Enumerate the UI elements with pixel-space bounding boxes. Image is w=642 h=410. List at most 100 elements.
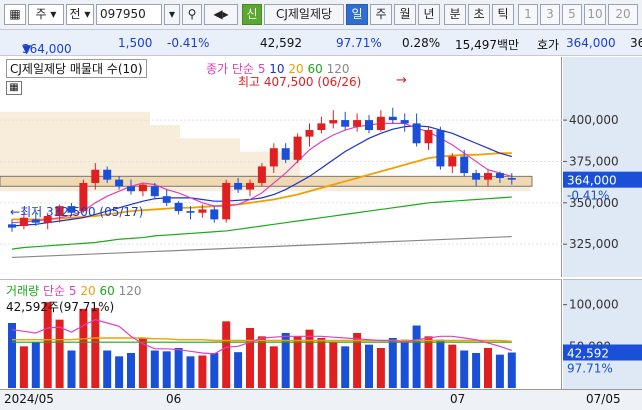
volume-bar <box>412 325 421 388</box>
down-arrow-icon: ▼ <box>22 42 32 56</box>
menu-select[interactable]: 전 ▾ <box>66 4 94 25</box>
volume-profile-band <box>0 151 300 165</box>
volume-profile-band <box>0 138 240 152</box>
period-week[interactable]: 주 <box>370 4 392 25</box>
candle-body <box>138 184 147 192</box>
low-label: 최저 332,500 (05/17) <box>20 205 144 219</box>
candle-body <box>127 186 135 192</box>
ask-label: 호가 <box>537 38 560 52</box>
period-year[interactable]: 년 <box>418 4 440 25</box>
market-select[interactable]: 주 ▾ <box>28 4 64 25</box>
minute-1[interactable]: 1 <box>518 4 538 25</box>
high-label: 최고 407,500 (06/26) <box>238 75 362 89</box>
candle-body <box>257 166 266 183</box>
period-minute[interactable]: 분 <box>444 4 466 25</box>
current-volume-ratio-text: 97.71% <box>567 362 613 376</box>
market-label: 주 <box>35 7 47 21</box>
current-price-text: 364,000 <box>567 174 617 188</box>
current-volume-text: 42,592 <box>567 347 609 361</box>
code-dropdown-icon[interactable]: ▾ <box>164 4 180 25</box>
volume-bar <box>317 338 326 388</box>
x-label-jun: 06 <box>166 392 182 406</box>
price-chart[interactable]: CJ제일제당 매물대 수(10) ▦ 종가 단순 5 10 20 60 120 … <box>0 57 562 277</box>
period-second[interactable]: 초 <box>468 4 490 25</box>
volume-bar <box>341 346 350 388</box>
volume-bar <box>507 352 516 388</box>
candle-body <box>246 182 254 190</box>
volume-bar <box>246 328 254 388</box>
toolbar: ▦ 주 ▾ 전 ▾ 097950 ▾ ⚲ ◀▸ 신 CJ제일제당 일 주 월 년… <box>0 0 642 30</box>
candle-body <box>341 120 350 127</box>
turnover-rate: 0.28% <box>402 36 441 50</box>
change-rate: -0.41% <box>167 36 210 50</box>
volume-profile-band <box>0 111 150 126</box>
vol-ma120-legend: 120 <box>118 284 142 298</box>
volume-bar <box>79 308 88 388</box>
volume-axis: 100,00050,00042,59297.71% <box>563 279 642 389</box>
minute-10[interactable]: 10 <box>584 4 606 25</box>
candle-body <box>222 182 231 220</box>
vol-ma5-legend: 5 <box>68 284 77 298</box>
volume-bar <box>115 356 124 388</box>
candle-body <box>460 156 469 174</box>
candle-body <box>329 120 338 124</box>
period-day[interactable]: 일 <box>346 4 368 25</box>
chart-settings-icon[interactable]: ▦ <box>4 4 26 25</box>
volume-ratio: 97.71% <box>336 36 382 50</box>
volume-bar <box>365 344 373 388</box>
price-axis: 400,000 375,000 350,000 325,000 364,000 -0.41… <box>563 57 642 277</box>
volume-bar <box>103 350 112 388</box>
grid-table-icon[interactable]: ▦ <box>6 81 22 95</box>
minute-3[interactable]: 3 <box>540 4 560 25</box>
high-marker: 최고 407,500 (06/26) <box>238 73 361 90</box>
candle-body <box>376 116 385 131</box>
volume-bar <box>353 333 362 388</box>
volume-bar <box>210 353 219 388</box>
high-arrow-icon: → <box>396 73 407 88</box>
candle-body <box>412 123 421 144</box>
sound-icon[interactable]: ◀▸ <box>204 4 238 25</box>
volume-bar <box>436 339 445 388</box>
low-marker: ←최저 332,500 (05/17) <box>10 203 143 220</box>
quote-bar: 364,000 ▼ 1,500 -0.41% 42,592 97.71% 0.2… <box>0 30 642 56</box>
volume-title: 거래량 <box>6 284 40 298</box>
candle-body <box>507 178 516 180</box>
x-label-right: 07/05 <box>586 392 621 406</box>
search-icon[interactable]: ⚲ <box>182 4 202 25</box>
candle-body <box>234 182 243 190</box>
period-tick[interactable]: 틱 <box>492 4 514 25</box>
minute-5[interactable]: 5 <box>562 4 582 25</box>
stock-code-input[interactable]: 097950 <box>96 4 162 25</box>
volume-bar <box>329 342 338 388</box>
volume-value: 42,592 <box>260 36 302 50</box>
low-arrow-icon: ← <box>10 205 21 219</box>
candle-body <box>365 120 373 131</box>
ask-extra: 36 <box>630 36 642 50</box>
sin-button[interactable]: 신 <box>242 4 262 25</box>
candle-body <box>8 224 16 228</box>
stock-name-field[interactable]: CJ제일제당 <box>264 4 344 25</box>
price-panel-title-text: CJ제일제당 매물대 수(10) <box>10 62 143 76</box>
ask-price: 364,000 <box>566 36 616 50</box>
candle-body <box>174 202 183 212</box>
price-panel-title[interactable]: CJ제일제당 매물대 수(10) <box>6 59 147 78</box>
menu-label: 전 <box>69 7 81 21</box>
vol-ma60-legend: 60 <box>99 284 115 298</box>
volume-bar <box>269 346 278 388</box>
candle-body <box>103 169 112 180</box>
volume-value-label: 42,592주(97.71%) <box>6 300 115 314</box>
volume-bar <box>186 356 195 388</box>
trade-amount: 15,497백만 <box>455 38 520 52</box>
volume-bar <box>8 323 16 388</box>
candle-body <box>115 179 124 187</box>
volume-bar <box>162 351 171 388</box>
candle-body <box>424 130 433 144</box>
candle-body <box>305 130 314 137</box>
period-month[interactable]: 월 <box>394 4 416 25</box>
candle-body <box>400 120 409 124</box>
volume-bar <box>222 321 231 388</box>
volume-bar <box>305 329 314 388</box>
volume-chart[interactable]: 거래량 단순 5 20 60 120 42,592주(97.71%) <box>0 279 562 389</box>
minute-20[interactable]: 20 <box>608 4 638 25</box>
x-axis: 2024/05 06 07 07/05 <box>0 389 642 410</box>
